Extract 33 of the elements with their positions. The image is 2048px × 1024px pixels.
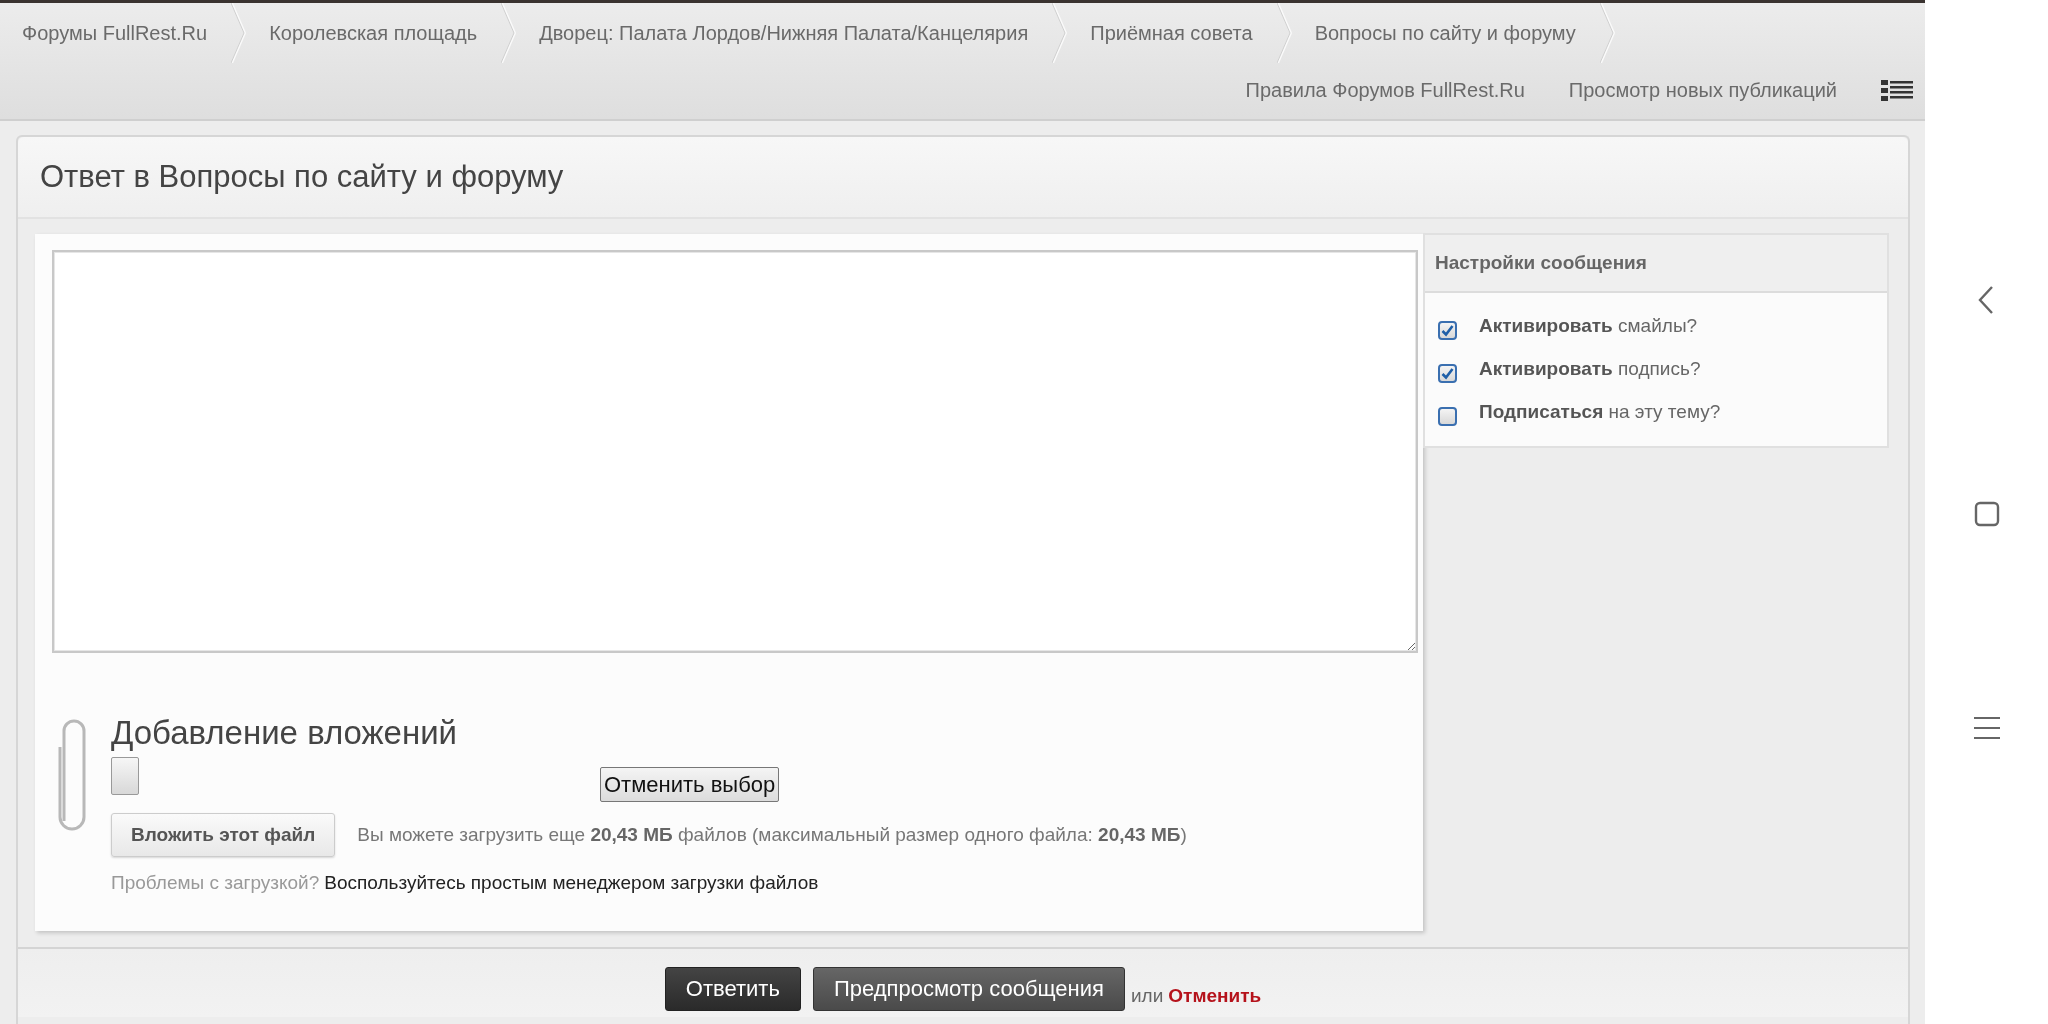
nav-link[interactable]: Просмотр новых публикаций bbox=[1568, 78, 1837, 102]
simple-uploader-link[interactable]: Воспользуйтесь простым менеджером загрузки файлов bbox=[324, 872, 819, 894]
file-chooser-button[interactable] bbox=[111, 757, 139, 795]
cancel-selection-button[interactable]: Отменить выбор bbox=[600, 767, 780, 802]
breadcrumb-link[interactable]: Приёмная совета bbox=[1068, 21, 1277, 45]
option-label: Подписаться на эту тему? bbox=[1479, 401, 1721, 423]
attachments-heading: Добавление вложений bbox=[111, 713, 459, 753]
checkbox[interactable] bbox=[1438, 407, 1457, 426]
breadcrumb-link[interactable]: Королевская площадь bbox=[247, 21, 502, 45]
attach-file-button[interactable]: Вложить этот файл bbox=[111, 813, 336, 857]
breadcrumb-separator-icon bbox=[501, 3, 518, 63]
preview-button[interactable]: Предпросмотр сообщения bbox=[812, 967, 1125, 1011]
problems-label: Проблемы с загрузкой? bbox=[111, 872, 320, 894]
message-input-field[interactable] bbox=[52, 250, 1418, 653]
option-label: Активировать смайлы? bbox=[1479, 315, 1698, 337]
checkbox[interactable] bbox=[1438, 321, 1457, 340]
checkbox[interactable] bbox=[1438, 364, 1457, 383]
nav-link[interactable]: Правила Форумов FullRest.Ru bbox=[1245, 78, 1525, 102]
panel-title: Настройки сообщения bbox=[1425, 235, 1887, 293]
breadcrumb-separator-icon bbox=[1599, 3, 1616, 63]
breadcrumb-link[interactable]: Дворец: Палата Лордов/Нижняя Палата/Канцелярия bbox=[517, 21, 1053, 45]
reply-button[interactable]: Ответить bbox=[664, 967, 801, 1011]
breadcrumb-link[interactable]: Форумы FullRest.Ru bbox=[0, 21, 232, 45]
option-label: Активировать подпись? bbox=[1479, 358, 1701, 380]
breadcrumb-separator-icon bbox=[231, 3, 248, 63]
form-title: Ответ в Вопросы по сайту и форуму bbox=[18, 137, 1908, 219]
breadcrumb-separator-icon bbox=[1052, 3, 1069, 63]
cancel-link[interactable]: Отменить bbox=[1168, 985, 1262, 1007]
or-text: или bbox=[1130, 985, 1164, 1007]
breadcrumb-separator-icon bbox=[1276, 3, 1293, 63]
upload-quota-text: Вы можете загрузить еще 20,43 МБ файлов (максимальный размер одного файла: 20,43 МБ) bbox=[357, 824, 1187, 846]
breadcrumb-link[interactable]: Вопросы по сайту и форуму bbox=[1292, 21, 1600, 45]
list-menu-icon[interactable] bbox=[1881, 79, 1913, 101]
